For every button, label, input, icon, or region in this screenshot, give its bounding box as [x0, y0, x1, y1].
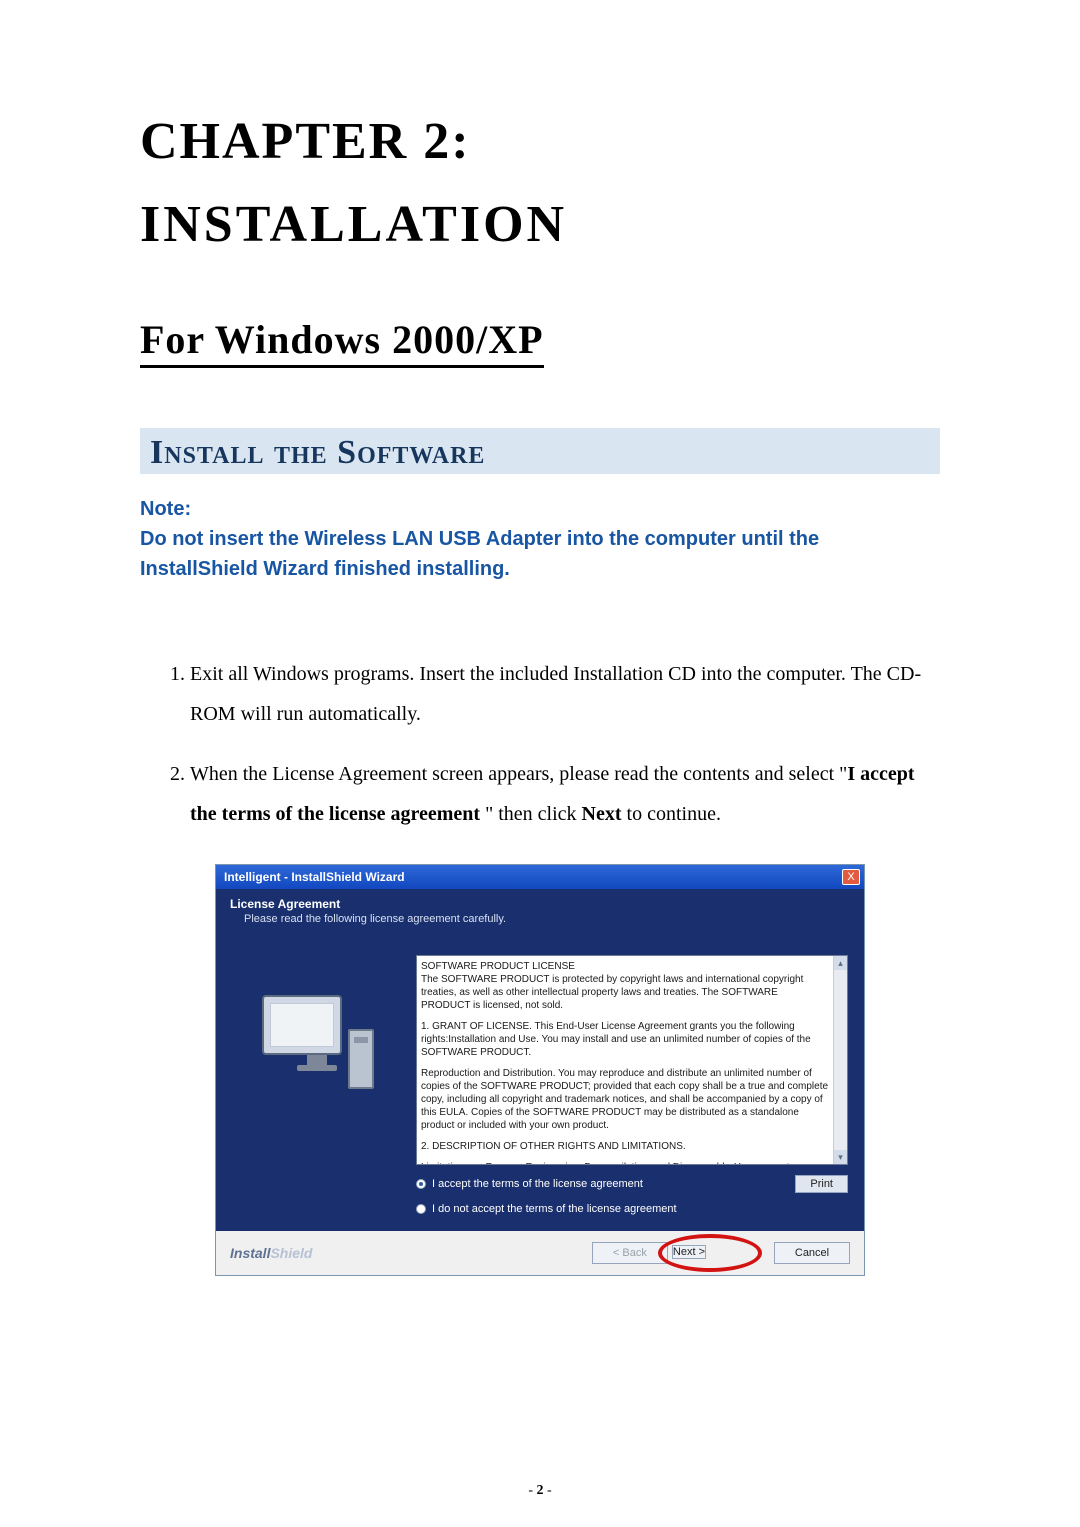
license-text-box[interactable]: SOFTWARE PRODUCT LICENSE The SOFTWARE PR…	[416, 955, 848, 1165]
radio-decline-label: I do not accept the terms of the license…	[432, 1203, 677, 1215]
page-number-value: 2	[537, 1483, 544, 1498]
step-2-mid: " then click	[480, 803, 581, 825]
note-label: Note:	[140, 494, 940, 524]
step-2-bold2: Next	[582, 803, 622, 825]
license-p1b: The SOFTWARE PRODUCT is protected by cop…	[421, 974, 803, 1011]
install-banner: Install the Software	[140, 428, 940, 474]
license-p1a: SOFTWARE PRODUCT LICENSE	[421, 961, 575, 972]
print-button[interactable]: Print	[795, 1175, 848, 1193]
chapter-line2: Installation	[140, 183, 940, 266]
license-p5: Limitations on Reverse Engineering, Deco…	[421, 1161, 829, 1165]
back-button[interactable]: < Back	[592, 1242, 668, 1264]
next-button-wrapper: Next >	[672, 1242, 706, 1264]
installshield-brand: InstallShield	[230, 1245, 312, 1261]
steps-list: Exit all Windows programs. Insert the in…	[140, 654, 940, 834]
step-1: Exit all Windows programs. Insert the in…	[190, 654, 940, 734]
step-2: When the License Agreement screen appear…	[190, 754, 940, 834]
wizard-graphic	[232, 955, 402, 1215]
wizard-footer: InstallShield < Back Next > Cancel	[216, 1231, 864, 1275]
scrollbar[interactable]: ▴ ▾	[833, 956, 847, 1164]
wizard-header-subtitle: Please read the following license agreem…	[230, 913, 850, 925]
note-body: Do not insert the Wireless LAN USB Adapt…	[140, 524, 940, 584]
wizard-title: Intelligent - InstallShield Wizard	[224, 870, 405, 884]
license-p3: Reproduction and Distribution. You may r…	[421, 1067, 829, 1132]
license-p2: 1. GRANT OF LICENSE. This End-User Licen…	[421, 1020, 829, 1059]
next-button[interactable]: Next >	[672, 1245, 706, 1259]
chapter-title: Chapter 2: Installation	[140, 100, 940, 266]
step-2-post: to continue.	[622, 803, 721, 825]
wizard-header-title: License Agreement	[230, 897, 850, 911]
page-number: - 2 -	[0, 1483, 1080, 1499]
radio-decline-row[interactable]: I do not accept the terms of the license…	[416, 1203, 848, 1215]
close-icon[interactable]: X	[842, 869, 860, 885]
subsection-title: For Windows 2000/XP	[140, 316, 544, 368]
scroll-down-icon[interactable]: ▾	[834, 1150, 847, 1164]
note-block: Note: Do not insert the Wireless LAN USB…	[140, 494, 940, 584]
cancel-button[interactable]: Cancel	[774, 1242, 850, 1264]
radio-accept[interactable]	[416, 1179, 426, 1189]
wizard-body: SOFTWARE PRODUCT LICENSE The SOFTWARE PR…	[216, 939, 864, 1231]
step-2-pre: When the License Agreement screen appear…	[190, 763, 847, 785]
wizard-header: License Agreement Please read the follow…	[216, 889, 864, 939]
installshield-wizard: Intelligent - InstallShield Wizard X Lic…	[215, 864, 865, 1276]
chapter-line1: Chapter 2:	[140, 100, 940, 183]
brand-install: Install	[230, 1245, 270, 1261]
computer-icon	[262, 995, 372, 1095]
radio-accept-row[interactable]: I accept the terms of the license agreem…	[416, 1175, 848, 1193]
brand-shield: Shield	[270, 1245, 312, 1261]
install-banner-text: Install the Software	[150, 434, 930, 472]
radio-accept-label: I accept the terms of the license agreem…	[432, 1178, 643, 1190]
wizard-titlebar[interactable]: Intelligent - InstallShield Wizard X	[216, 865, 864, 889]
scroll-up-icon[interactable]: ▴	[834, 956, 847, 970]
license-p4: 2. DESCRIPTION OF OTHER RIGHTS AND LIMIT…	[421, 1140, 829, 1153]
radio-decline[interactable]	[416, 1204, 426, 1214]
